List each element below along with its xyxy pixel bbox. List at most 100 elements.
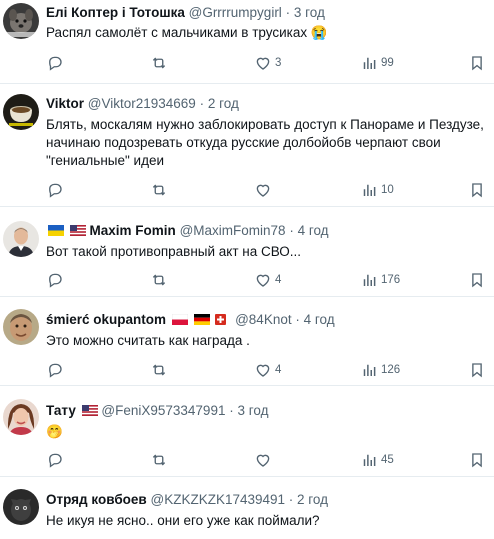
woman-portrait-avatar-icon[interactable] <box>3 399 39 435</box>
bookmark-button[interactable] <box>468 450 486 470</box>
tweet-time[interactable]: 4 год <box>298 223 329 238</box>
tweet[interactable]: Viktor @Viktor21934669 · 2 год Блять, мо… <box>0 84 494 207</box>
reply-button[interactable] <box>46 360 67 380</box>
author-handle[interactable]: @KZKZKZK17439491 <box>150 492 285 507</box>
tweet-text: Блять, москалям нужно заблокировать дост… <box>46 116 490 170</box>
like-button[interactable]: 4 <box>254 360 281 380</box>
tweet-text-line: Блять, москалям нужно заблокировать дост… <box>46 117 484 132</box>
germany-flag-icon <box>193 314 210 325</box>
views-button[interactable]: 126 <box>360 360 400 380</box>
views-count: 99 <box>381 57 394 69</box>
tweet-text-line: 🤭 <box>46 424 63 439</box>
tweet-actions: 3 99 <box>46 53 490 73</box>
author-name[interactable]: Елі Коптер і Тотошка <box>46 5 185 20</box>
separator-dot: · <box>199 96 205 111</box>
bookmark-button[interactable] <box>468 360 486 380</box>
tweet-text-line: Вот такой противоправный акт на СВО... <box>46 244 302 259</box>
views-bar-chart-icon <box>360 181 378 199</box>
coffee-cup-avatar-icon[interactable] <box>3 94 39 130</box>
tweet[interactable]: Тату @FeniX9573347991 · 3 год 🤭 45 <box>0 386 494 477</box>
author-handle[interactable]: @Viktor21934669 <box>88 96 196 111</box>
tweet[interactable]: Maxim Fomin @MaximFomin78 · 4 год Вот та… <box>0 207 494 297</box>
bookmark-button[interactable] <box>468 180 486 200</box>
switzerland-flag-icon <box>215 314 231 325</box>
retweet-button[interactable] <box>150 180 171 200</box>
views-count: 126 <box>381 364 401 376</box>
views-bar-chart-icon <box>360 451 378 469</box>
author-name[interactable]: Отряд ковбоев <box>46 492 147 507</box>
tweet-time[interactable]: 2 год <box>208 96 239 111</box>
reply-icon <box>46 271 64 289</box>
views-bar-chart-icon <box>360 54 378 72</box>
dark-creature-avatar-icon[interactable] <box>3 489 39 525</box>
views-count: 176 <box>381 274 401 286</box>
reply-button[interactable] <box>46 450 67 470</box>
views-bar-chart-icon <box>360 361 378 379</box>
bookmark-icon <box>468 54 486 72</box>
views-count: 45 <box>381 454 394 466</box>
author-handle[interactable]: @MaximFomin78 <box>180 223 286 238</box>
author-name[interactable]: Тату <box>46 403 76 418</box>
reply-icon <box>46 451 64 469</box>
like-button[interactable]: 3 <box>254 53 281 73</box>
tweet-feed: Елі Коптер і Тотошка @Grrrrumpygirl · 3 … <box>0 0 494 539</box>
man-face-avatar-icon[interactable] <box>3 309 39 345</box>
tweet-text: Распял самолёт с мальчиками в трусиках 😭 <box>46 24 490 42</box>
tweet-text-line: "гениальные" идеи <box>46 153 165 168</box>
author-name[interactable]: Viktor <box>46 96 84 111</box>
heart-icon <box>254 271 272 289</box>
reply-button[interactable] <box>46 53 67 73</box>
tweet-time[interactable]: 4 год <box>304 312 335 327</box>
heart-icon <box>254 361 272 379</box>
separator-dot: · <box>288 492 294 507</box>
tweet-text: 🤭 <box>46 423 490 441</box>
author-name[interactable]: śmierć okupantom <box>46 312 166 327</box>
views-button[interactable]: 176 <box>360 270 400 290</box>
retweet-icon <box>150 451 168 469</box>
views-count: 10 <box>381 184 394 196</box>
retweet-button[interactable] <box>150 360 171 380</box>
reply-button[interactable] <box>46 180 67 200</box>
heart-icon <box>254 451 272 469</box>
tweet-actions: 4 126 <box>46 360 490 380</box>
tweet-header: Maxim Fomin @MaximFomin78 · 4 год <box>46 222 490 240</box>
like-button[interactable] <box>254 180 275 200</box>
heart-icon <box>254 181 272 199</box>
tweet-text: Это можно считать как награда . <box>46 332 490 350</box>
views-button[interactable]: 10 <box>360 180 394 200</box>
bookmark-button[interactable] <box>468 270 486 290</box>
reply-icon <box>46 181 64 199</box>
retweet-button[interactable] <box>150 53 171 73</box>
author-handle[interactable]: @84Knot <box>235 312 292 327</box>
retweet-button[interactable] <box>150 450 171 470</box>
tweet-text-line: Не икуя не ясно.. они его уже как поймал… <box>46 513 320 528</box>
like-button[interactable] <box>254 450 275 470</box>
retweet-icon <box>150 54 168 72</box>
man-portrait-avatar-icon[interactable] <box>3 221 39 257</box>
tweet-time[interactable]: 2 год <box>297 492 328 507</box>
tweet[interactable]: Отряд ковбоев @KZKZKZK17439491 · 2 год Н… <box>0 477 494 539</box>
author-handle[interactable]: @Grrrrumpygirl <box>189 5 282 20</box>
separator-dot: · <box>295 312 300 327</box>
tweet[interactable]: śmierć okupantom @84Knot · 4 год Это мож… <box>0 297 494 386</box>
author-name[interactable]: Maxim Fomin <box>90 223 176 238</box>
separator-dot: · <box>229 403 234 418</box>
bookmark-button[interactable] <box>468 53 486 73</box>
reply-icon <box>46 361 64 379</box>
views-button[interactable]: 99 <box>360 53 394 73</box>
tweet-header: Тату @FeniX9573347991 · 3 год <box>46 402 490 420</box>
like-count: 4 <box>275 274 282 286</box>
retweet-icon <box>150 361 168 379</box>
bookmark-icon <box>468 451 486 469</box>
tweet-actions: 10 <box>46 180 490 200</box>
like-button[interactable]: 4 <box>254 270 281 290</box>
tweet-time[interactable]: 3 год <box>294 5 325 20</box>
separator-dot: · <box>285 5 291 20</box>
tweet[interactable]: Елі Коптер і Тотошка @Grrrrumpygirl · 3 … <box>0 0 494 84</box>
views-button[interactable]: 45 <box>360 450 394 470</box>
author-handle[interactable]: @FeniX9573347991 <box>101 403 225 418</box>
reply-button[interactable] <box>46 270 67 290</box>
tweet-time[interactable]: 3 год <box>238 403 269 418</box>
dog-avatar-icon[interactable] <box>3 3 39 39</box>
retweet-button[interactable] <box>150 270 171 290</box>
